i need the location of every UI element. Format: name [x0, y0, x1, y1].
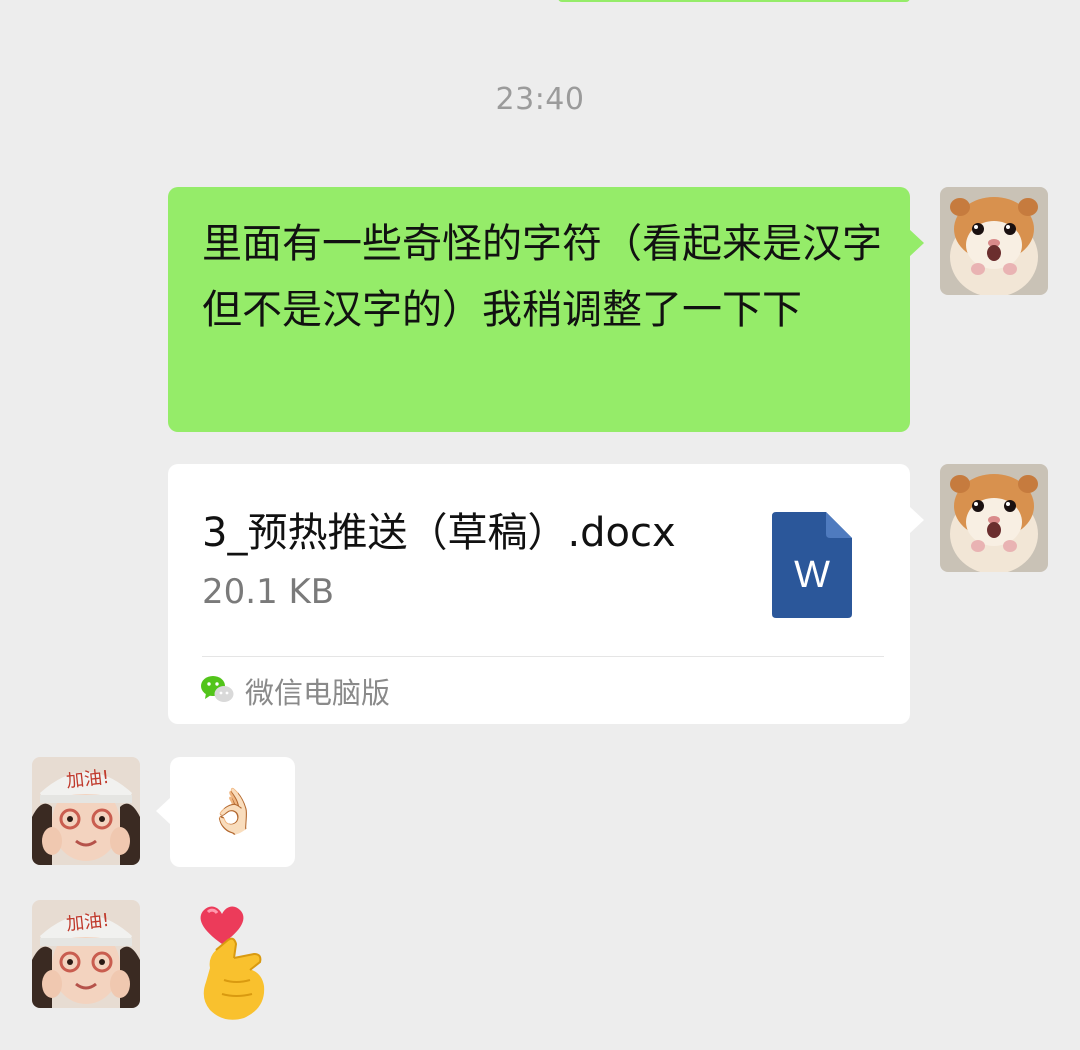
bubble-tail — [909, 506, 924, 534]
outgoing-text-bubble[interactable]: 里面有一些奇怪的字符（看起来是汉字但不是汉字的）我稍调整了一下下 — [168, 187, 924, 432]
heart-hand-icon — [200, 906, 265, 1020]
bubble-tail — [909, 229, 924, 257]
file-name: 3_预热推送（草稿）.docx — [202, 510, 676, 556]
my-avatar[interactable] — [940, 464, 1048, 572]
cap-text: 加油! — [65, 766, 111, 793]
word-icon-letter: W — [794, 554, 830, 596]
previous-message-bubble-edge[interactable] — [558, 0, 910, 2]
hamster-icon — [940, 464, 1048, 572]
outgoing-file-card[interactable]: 3_预热推送（草稿）.docx 20.1 KB W 微信电脑版 — [168, 464, 924, 724]
my-avatar[interactable] — [940, 187, 1048, 295]
friend-avatar[interactable]: 加油! — [32, 757, 140, 865]
chat-timestamp: 23:40 — [495, 82, 585, 117]
file-size: 20.1 KB — [202, 572, 335, 612]
heart-hand-sticker[interactable] — [194, 900, 278, 1028]
file-card-divider — [202, 656, 884, 657]
ok-hand-emoji: 👌🏻 — [206, 786, 261, 837]
message-text: 里面有一些奇怪的字符（看起来是汉字但不是汉字的）我稍调整了一下下 — [202, 221, 882, 333]
friend-avatar[interactable]: 加油! — [32, 900, 140, 1008]
word-document-icon: W — [772, 512, 852, 618]
hamster-icon — [940, 187, 1048, 295]
wechat-icon — [200, 674, 234, 704]
cap-text: 加油! — [65, 909, 111, 936]
incoming-emoji-bubble[interactable]: 👌🏻 — [156, 757, 295, 867]
file-source-label: 微信电脑版 — [245, 676, 391, 710]
bubble-tail — [156, 797, 171, 825]
